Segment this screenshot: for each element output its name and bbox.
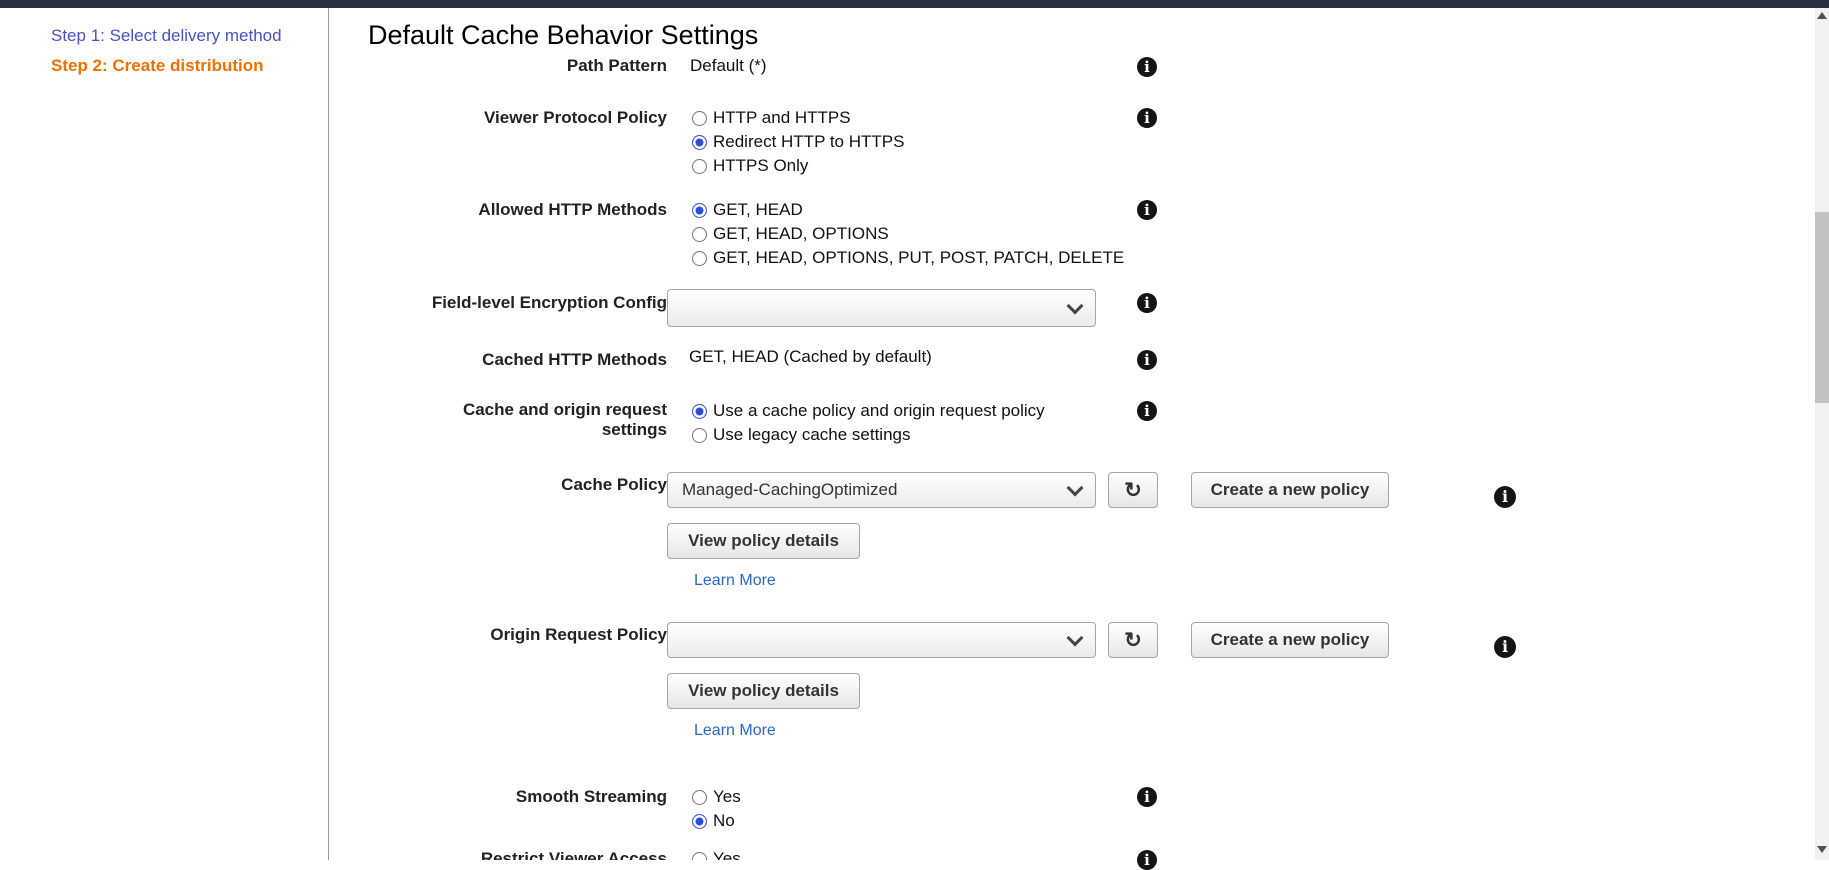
cache-settings-radio-group: Use a cache policy and origin request po…	[692, 399, 1045, 447]
cached-http-methods-label: Cached HTTP Methods	[330, 350, 667, 370]
radio-option-label[interactable]: Yes	[713, 849, 741, 860]
radio-icon[interactable]	[692, 227, 707, 242]
radio-option-http-and-https[interactable]: HTTP and HTTPS	[692, 106, 904, 130]
radio-option-label[interactable]: Redirect HTTP to HTTPS	[713, 132, 904, 152]
radio-icon[interactable]	[692, 251, 707, 266]
sidebar-divider	[328, 8, 329, 860]
label-line-1: Cache and origin request	[463, 400, 667, 419]
scrollbar-up-arrow[interactable]	[1817, 12, 1827, 19]
info-icon[interactable]: i	[1137, 200, 1157, 220]
smooth-streaming-radio-group: Yes No	[692, 785, 741, 833]
radio-option-no[interactable]: No	[692, 809, 741, 833]
info-icon[interactable]: i	[1137, 401, 1157, 421]
view-origin-request-policy-details-button[interactable]: View policy details	[667, 673, 860, 709]
radio-option-label[interactable]: HTTPS Only	[713, 156, 808, 176]
radio-icon[interactable]	[692, 428, 707, 443]
path-pattern-label: Path Pattern	[330, 56, 667, 76]
radio-option-yes[interactable]: Yes	[692, 849, 741, 860]
restrict-viewer-access-label: Restrict Viewer Access	[330, 849, 667, 860]
radio-option-label[interactable]: HTTP and HTTPS	[713, 108, 851, 128]
radio-option-redirect-http-to-https[interactable]: Redirect HTTP to HTTPS	[692, 130, 904, 154]
sidebar-step-1-link[interactable]: Step 1: Select delivery method	[51, 26, 282, 46]
info-icon[interactable]: i	[1494, 636, 1516, 658]
label-line-2: settings	[602, 420, 667, 439]
chevron-down-icon	[1067, 297, 1084, 314]
path-pattern-value: Default (*)	[690, 56, 767, 76]
scrollbar-down-arrow[interactable]	[1817, 846, 1827, 853]
radio-option-https-only[interactable]: HTTPS Only	[692, 154, 904, 178]
radio-option-label[interactable]: GET, HEAD, OPTIONS	[713, 224, 889, 244]
top-bar	[0, 0, 1829, 8]
refresh-cache-policies-button[interactable]: ↻	[1108, 472, 1158, 508]
radio-option-yes[interactable]: Yes	[692, 785, 741, 809]
vertical-scrollbar-track[interactable]	[1815, 8, 1829, 860]
info-icon[interactable]: i	[1137, 350, 1157, 370]
page-title: Default Cache Behavior Settings	[368, 18, 758, 52]
refresh-origin-request-policies-button[interactable]: ↻	[1108, 622, 1158, 658]
vertical-scrollbar-thumb[interactable]	[1815, 212, 1829, 403]
radio-icon[interactable]	[692, 790, 707, 805]
radio-option-use-legacy-cache-settings[interactable]: Use legacy cache settings	[692, 423, 1045, 447]
allowed-http-methods-label: Allowed HTTP Methods	[330, 200, 667, 220]
viewer-protocol-policy-radio-group: HTTP and HTTPS Redirect HTTP to HTTPS HT…	[692, 106, 904, 178]
info-icon[interactable]: i	[1137, 57, 1157, 77]
info-icon[interactable]: i	[1137, 108, 1157, 128]
cache-policy-label: Cache Policy	[330, 475, 667, 495]
cache-policy-learn-more-link[interactable]: Learn More	[694, 572, 776, 590]
origin-request-policy-learn-more-link[interactable]: Learn More	[694, 722, 776, 740]
view-cache-policy-details-button[interactable]: View policy details	[667, 523, 860, 559]
cache-and-origin-request-settings-label: Cache and origin request settings	[330, 400, 667, 440]
info-icon[interactable]: i	[1494, 486, 1516, 508]
radio-option-use-cache-policy[interactable]: Use a cache policy and origin request po…	[692, 399, 1045, 423]
radio-option-label[interactable]: Yes	[713, 787, 741, 807]
radio-option-label[interactable]: GET, HEAD	[713, 200, 803, 220]
radio-selected-icon[interactable]	[692, 203, 707, 218]
refresh-icon: ↻	[1124, 478, 1142, 503]
radio-selected-icon[interactable]	[692, 135, 707, 150]
info-icon[interactable]: i	[1137, 787, 1157, 807]
radio-option-label[interactable]: Use legacy cache settings	[713, 425, 911, 445]
radio-option-label[interactable]: GET, HEAD, OPTIONS, PUT, POST, PATCH, DE…	[713, 248, 1124, 268]
select-value: Managed-CachingOptimized	[682, 480, 1069, 500]
radio-selected-icon[interactable]	[692, 404, 707, 419]
radio-option-label[interactable]: Use a cache policy and origin request po…	[713, 401, 1045, 421]
info-icon[interactable]: i	[1137, 293, 1157, 313]
allowed-http-methods-radio-group: GET, HEAD GET, HEAD, OPTIONS GET, HEAD, …	[692, 198, 1124, 270]
field-level-encryption-select[interactable]	[667, 289, 1096, 327]
chevron-down-icon	[1067, 479, 1084, 496]
radio-option-all-methods[interactable]: GET, HEAD, OPTIONS, PUT, POST, PATCH, DE…	[692, 246, 1124, 270]
radio-icon[interactable]	[692, 111, 707, 126]
create-cache-policy-button[interactable]: Create a new policy	[1191, 472, 1389, 508]
cached-http-methods-value: GET, HEAD (Cached by default)	[689, 347, 932, 367]
cache-policy-select[interactable]: Managed-CachingOptimized	[667, 472, 1096, 508]
radio-icon[interactable]	[692, 159, 707, 174]
radio-option-get-head-options[interactable]: GET, HEAD, OPTIONS	[692, 222, 1124, 246]
field-level-encryption-config-label: Field-level Encryption Config	[330, 293, 667, 313]
restrict-viewer-access-radio-group: Yes	[692, 849, 741, 860]
smooth-streaming-label: Smooth Streaming	[330, 787, 667, 807]
chevron-down-icon	[1067, 629, 1084, 646]
radio-option-get-head[interactable]: GET, HEAD	[692, 198, 1124, 222]
sidebar-step-2-current: Step 2: Create distribution	[51, 56, 264, 76]
viewer-protocol-policy-label: Viewer Protocol Policy	[330, 108, 667, 128]
info-icon[interactable]: i	[1137, 850, 1157, 870]
create-origin-request-policy-button[interactable]: Create a new policy	[1191, 622, 1389, 658]
radio-option-label[interactable]: No	[713, 811, 735, 831]
refresh-icon: ↻	[1124, 628, 1142, 653]
radio-selected-icon[interactable]	[692, 814, 707, 829]
radio-icon[interactable]	[692, 852, 707, 861]
origin-request-policy-select[interactable]	[667, 622, 1096, 658]
origin-request-policy-label: Origin Request Policy	[330, 625, 667, 645]
